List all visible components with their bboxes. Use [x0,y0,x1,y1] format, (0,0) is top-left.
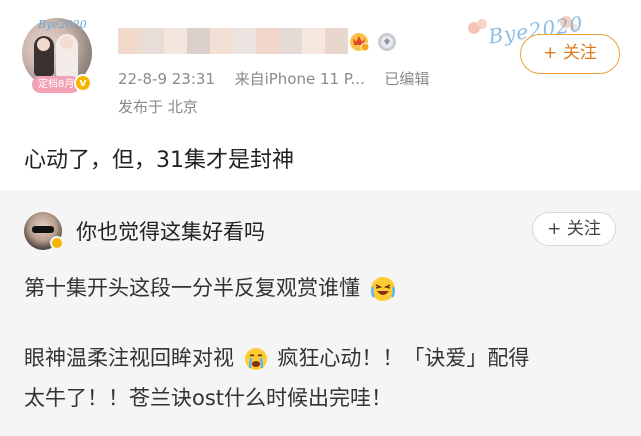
crying-emoji-icon [244,348,267,370]
author-avatar-group[interactable]: Bye2020 定档8月 v [22,16,96,94]
avatar-face-left [37,38,50,51]
repost-follow-button[interactable]: + 关注 [532,212,616,246]
avatar-script-text: Bye2020 [38,18,87,31]
post-meta: 22-8-9 23:31 来自iPhone 11 P... 已编辑 [118,68,429,89]
medal-badge-icon[interactable] [376,30,398,52]
repost-verified-icon [50,236,64,250]
repost-text-2b: 疯狂心动！！「诀爱」配得 [277,346,530,370]
repost-card[interactable]: 你也觉得这集好看吗 + 关注 第十集开头这段一分半反复观赏谁懂 眼神温柔注视回眸… [0,190,641,436]
post-location: 发布于 北京 [118,98,198,116]
author-name-blurred[interactable] [118,28,348,54]
repost-text-line-3: 太牛了！！苍兰诀ost什么时候出完哇！ [24,386,393,410]
repost-text-line-1: 第十集开头这段一分半反复观赏谁懂 [24,272,399,303]
member-badge: 定档8月 [32,76,81,93]
weibo-post: Bye2020 定档8月 v 22-8-9 23:31 来自iPhone 11 … [0,0,641,190]
avatar-sunglasses [32,226,54,233]
crying-laughing-emoji-icon [370,277,395,301]
avatar-face-right [60,36,73,49]
post-timestamp: 22-8-9 23:31 [118,70,215,88]
repost-text-line-2: 眼神温柔注视回眸对视 疯狂心动！！「诀爱」配得 [24,342,529,372]
repost-author-name[interactable]: 你也觉得这集好看吗 [76,216,265,246]
crown-badge-icon[interactable] [348,30,370,52]
post-content: 心动了，但，31集才是封神 [24,148,294,173]
post-source: 来自iPhone 11 P... [234,70,365,88]
post-edited-label[interactable]: 已编辑 [384,70,429,88]
repost-text-1: 第十集开头这段一分半反复观赏谁懂 [24,276,360,300]
follow-button[interactable]: + 关注 [520,34,620,74]
repost-text-2a: 眼神温柔注视回眸对视 [24,346,234,370]
verified-icon: v [74,74,92,92]
